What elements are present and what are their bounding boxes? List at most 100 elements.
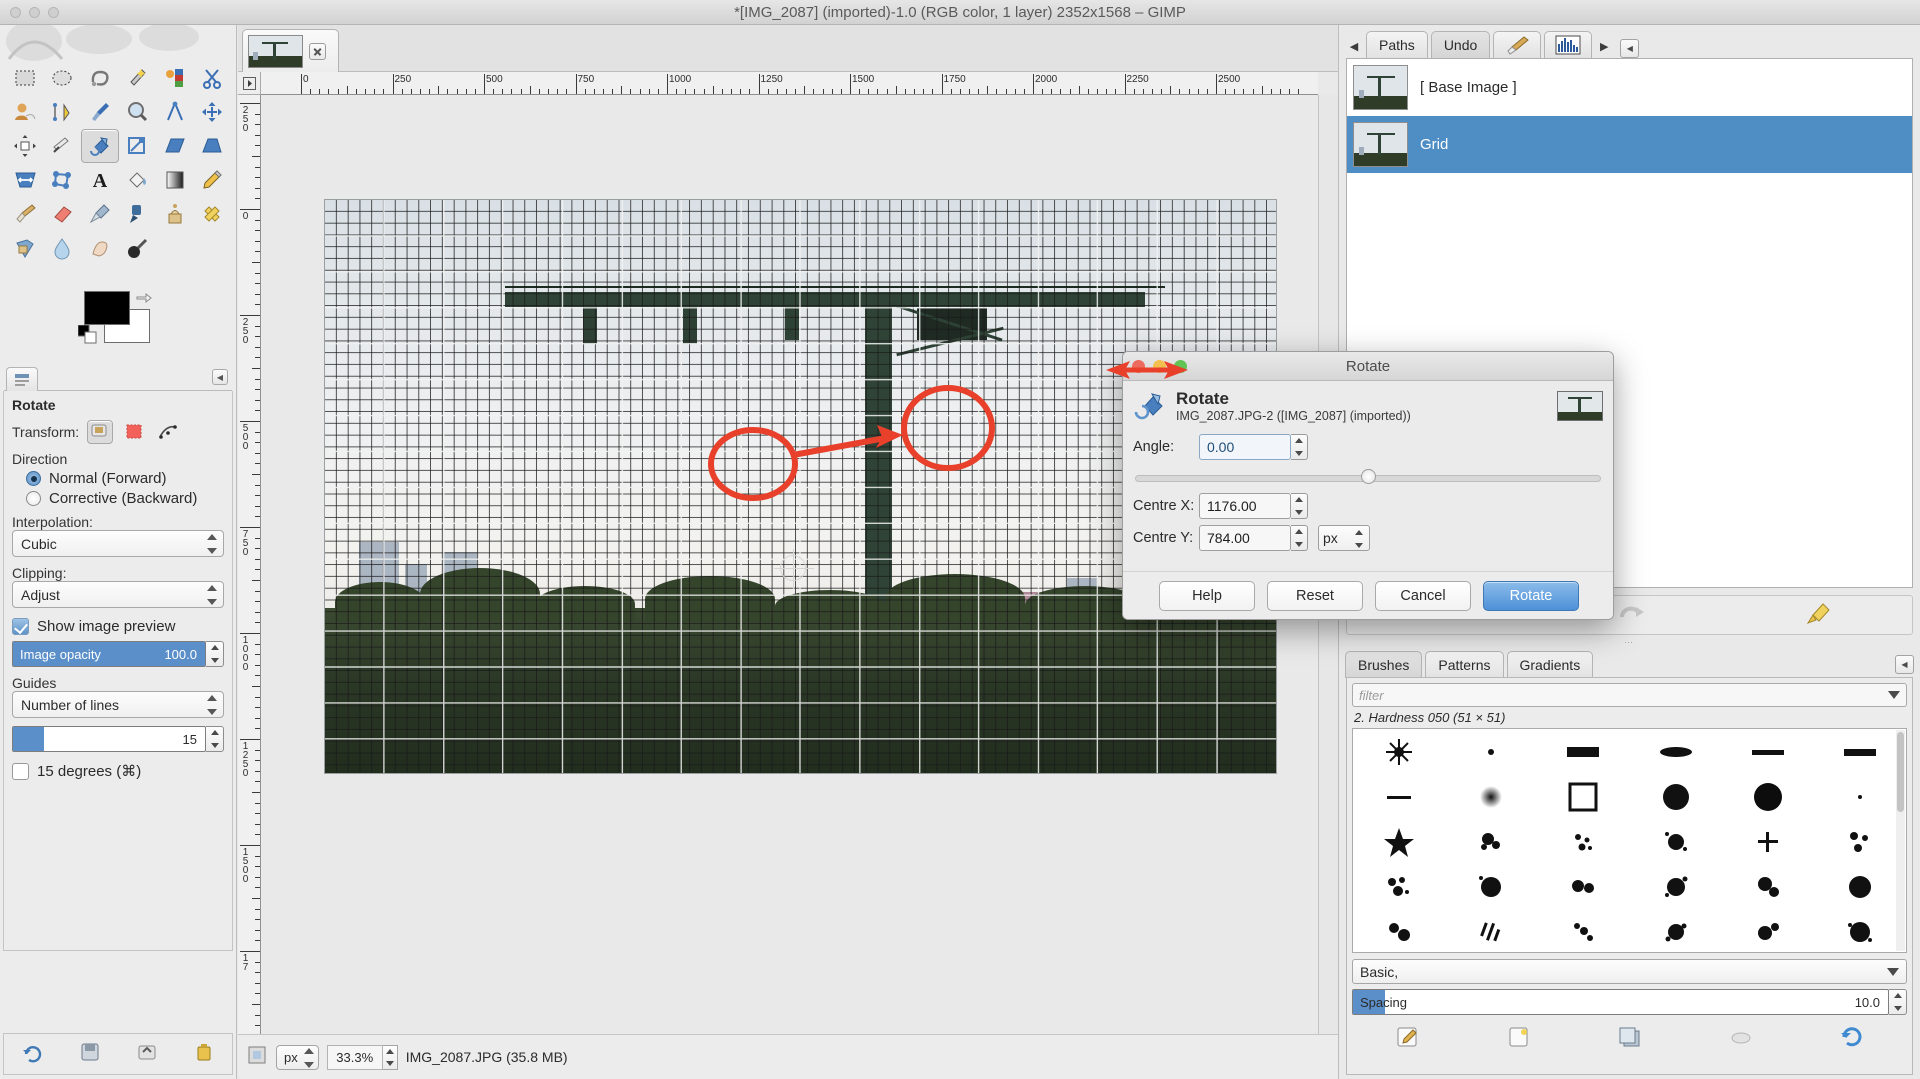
spacing-stepper[interactable] bbox=[1889, 989, 1907, 1015]
perspective-tool[interactable] bbox=[194, 129, 232, 163]
brush-item[interactable] bbox=[1537, 864, 1629, 909]
brush-grid-scrollbar[interactable] bbox=[1896, 730, 1905, 951]
brush-item[interactable] bbox=[1722, 864, 1814, 909]
flip-tool[interactable] bbox=[6, 163, 44, 197]
chevron-updown-icon[interactable] bbox=[303, 1047, 315, 1068]
brush-item[interactable] bbox=[1629, 774, 1721, 819]
foreground-color-swatch[interactable] bbox=[84, 291, 130, 325]
rotate-dialog-window-controls[interactable] bbox=[1132, 360, 1187, 373]
free-select-tool[interactable] bbox=[81, 61, 119, 95]
cancel-button[interactable]: Cancel bbox=[1375, 580, 1471, 611]
brush-item[interactable] bbox=[1814, 729, 1906, 774]
tab-paths[interactable]: Paths bbox=[1366, 31, 1428, 58]
chevron-down-icon[interactable] bbox=[1887, 968, 1899, 976]
tab-undo[interactable]: Undo bbox=[1430, 31, 1491, 58]
zoom-control[interactable]: 33.3% bbox=[326, 1044, 398, 1070]
delete-brush-icon[interactable] bbox=[1728, 1025, 1754, 1053]
horizontal-ruler[interactable]: 0 250 500 750 1000 1250 1500 1750 2000 2250 2500 bbox=[261, 72, 1318, 95]
foreground-select-tool[interactable] bbox=[6, 95, 44, 129]
zoom-tool[interactable] bbox=[119, 95, 157, 129]
refresh-brushes-icon[interactable] bbox=[1839, 1025, 1865, 1053]
angle-field-row[interactable]: Angle: 0.00 bbox=[1123, 434, 1613, 460]
duplicate-brush-icon[interactable] bbox=[1617, 1025, 1643, 1053]
chevron-right-icon[interactable]: ▶ bbox=[1595, 34, 1613, 58]
centre-x-input[interactable]: 1176.00 bbox=[1199, 493, 1291, 519]
path-transform-icon[interactable] bbox=[155, 420, 181, 444]
brush-item[interactable] bbox=[1814, 819, 1906, 864]
clone-tool[interactable] bbox=[156, 197, 194, 231]
brush-item[interactable] bbox=[1722, 774, 1814, 819]
brush-filter-input[interactable]: filter bbox=[1352, 683, 1907, 707]
brush-item[interactable] bbox=[1537, 774, 1629, 819]
smudge-tool[interactable] bbox=[81, 231, 119, 265]
rect-select-tool[interactable] bbox=[6, 61, 44, 95]
brush-item[interactable] bbox=[1353, 819, 1445, 864]
chevron-left-icon[interactable]: ◀ bbox=[1345, 34, 1363, 58]
centre-y-input[interactable]: 784.00 bbox=[1199, 525, 1291, 551]
brush-item[interactable] bbox=[1722, 729, 1814, 774]
show-image-preview-checkbox[interactable] bbox=[12, 618, 29, 635]
select-by-color-tool[interactable] bbox=[156, 61, 194, 95]
brush-item[interactable] bbox=[1629, 864, 1721, 909]
vertical-ruler[interactable]: 250 0 250 500 750 1000 1250 1500 17 bbox=[238, 95, 261, 1034]
spacing-slider[interactable]: Spacing 10.0 bbox=[1352, 989, 1889, 1015]
direction-option-normal[interactable]: Normal (Forward) bbox=[26, 470, 224, 487]
save-options-icon[interactable] bbox=[79, 1041, 101, 1067]
angle-slider-knob[interactable] bbox=[1361, 469, 1376, 484]
brush-tag-combo[interactable]: Basic, bbox=[1352, 959, 1907, 984]
tool-options-tabbar[interactable]: ◀ bbox=[4, 365, 232, 391]
brush-item[interactable] bbox=[1537, 909, 1629, 952]
collapse-icon[interactable]: ◀ bbox=[212, 369, 228, 385]
interpolation-combo[interactable]: Cubic bbox=[12, 530, 224, 557]
tab-tool-options[interactable] bbox=[6, 367, 38, 391]
direction-option-corrective[interactable]: Corrective (Backward) bbox=[26, 490, 224, 507]
color-swatch-area[interactable] bbox=[77, 291, 178, 355]
brush-item[interactable] bbox=[1814, 909, 1906, 952]
bucket-fill-tool[interactable] bbox=[119, 163, 157, 197]
dialog-close-button[interactable] bbox=[1132, 360, 1145, 373]
selection-transform-icon[interactable] bbox=[121, 420, 147, 444]
rotate-dialog[interactable]: Rotate Rotate IMG_2087.JPG-2 ([IMG_2087]… bbox=[1122, 351, 1614, 620]
centre-y-field-row[interactable]: Centre Y: 784.00 px bbox=[1123, 525, 1613, 551]
tool-grid[interactable]: A bbox=[6, 61, 232, 265]
angle-slider[interactable] bbox=[1135, 469, 1601, 487]
heal-tool[interactable] bbox=[194, 197, 232, 231]
number-of-lines-stepper[interactable] bbox=[206, 726, 224, 752]
centre-y-stepper[interactable] bbox=[1291, 525, 1308, 551]
tab-histogram[interactable] bbox=[1544, 31, 1593, 58]
show-image-preview-row[interactable]: Show image preview bbox=[12, 618, 224, 635]
tab-brushes[interactable]: Brushes bbox=[1345, 651, 1423, 678]
collapse-icon[interactable]: ◀ bbox=[1895, 655, 1914, 674]
perspective-clone-tool[interactable] bbox=[6, 231, 44, 265]
shear-tool[interactable] bbox=[156, 129, 194, 163]
brush-item[interactable] bbox=[1445, 909, 1537, 952]
dodge-burn-tool[interactable] bbox=[119, 231, 157, 265]
blend-gradient-tool[interactable] bbox=[156, 163, 194, 197]
constrain-angle-checkbox[interactable] bbox=[12, 762, 29, 780]
tab-gradients[interactable]: Gradients bbox=[1506, 651, 1594, 678]
chevron-updown-icon[interactable] bbox=[206, 585, 218, 605]
image-tab[interactable] bbox=[242, 29, 339, 72]
chevron-updown-icon[interactable] bbox=[1354, 530, 1364, 548]
brush-item[interactable] bbox=[1537, 819, 1629, 864]
clear-history-icon[interactable] bbox=[1806, 601, 1832, 629]
airbrush-tool[interactable] bbox=[81, 197, 119, 231]
list-item[interactable]: Grid bbox=[1347, 116, 1912, 173]
chevron-down-icon[interactable] bbox=[1888, 691, 1900, 699]
unit-combo[interactable]: px bbox=[276, 1044, 319, 1070]
brush-dock-tabbar[interactable]: Brushes Patterns Gradients ◀ bbox=[1345, 650, 1914, 678]
text-tool[interactable]: A bbox=[81, 163, 119, 197]
image-opacity-stepper[interactable] bbox=[206, 641, 224, 667]
brush-item[interactable] bbox=[1629, 909, 1721, 952]
clipping-combo[interactable]: Adjust bbox=[12, 581, 224, 608]
paths-tool[interactable] bbox=[44, 95, 82, 129]
number-of-lines-slider[interactable]: 15 bbox=[12, 726, 206, 752]
guides-combo[interactable]: Number of lines bbox=[12, 691, 224, 718]
brush-item[interactable] bbox=[1353, 729, 1445, 774]
collapse-icon[interactable]: ◀ bbox=[1620, 39, 1640, 58]
brush-item[interactable] bbox=[1537, 729, 1629, 774]
ink-tool[interactable] bbox=[119, 197, 157, 231]
scale-tool[interactable] bbox=[119, 129, 157, 163]
restore-options-icon[interactable] bbox=[136, 1041, 158, 1067]
image-opacity-row[interactable]: Image opacity 100.0 bbox=[12, 641, 224, 667]
